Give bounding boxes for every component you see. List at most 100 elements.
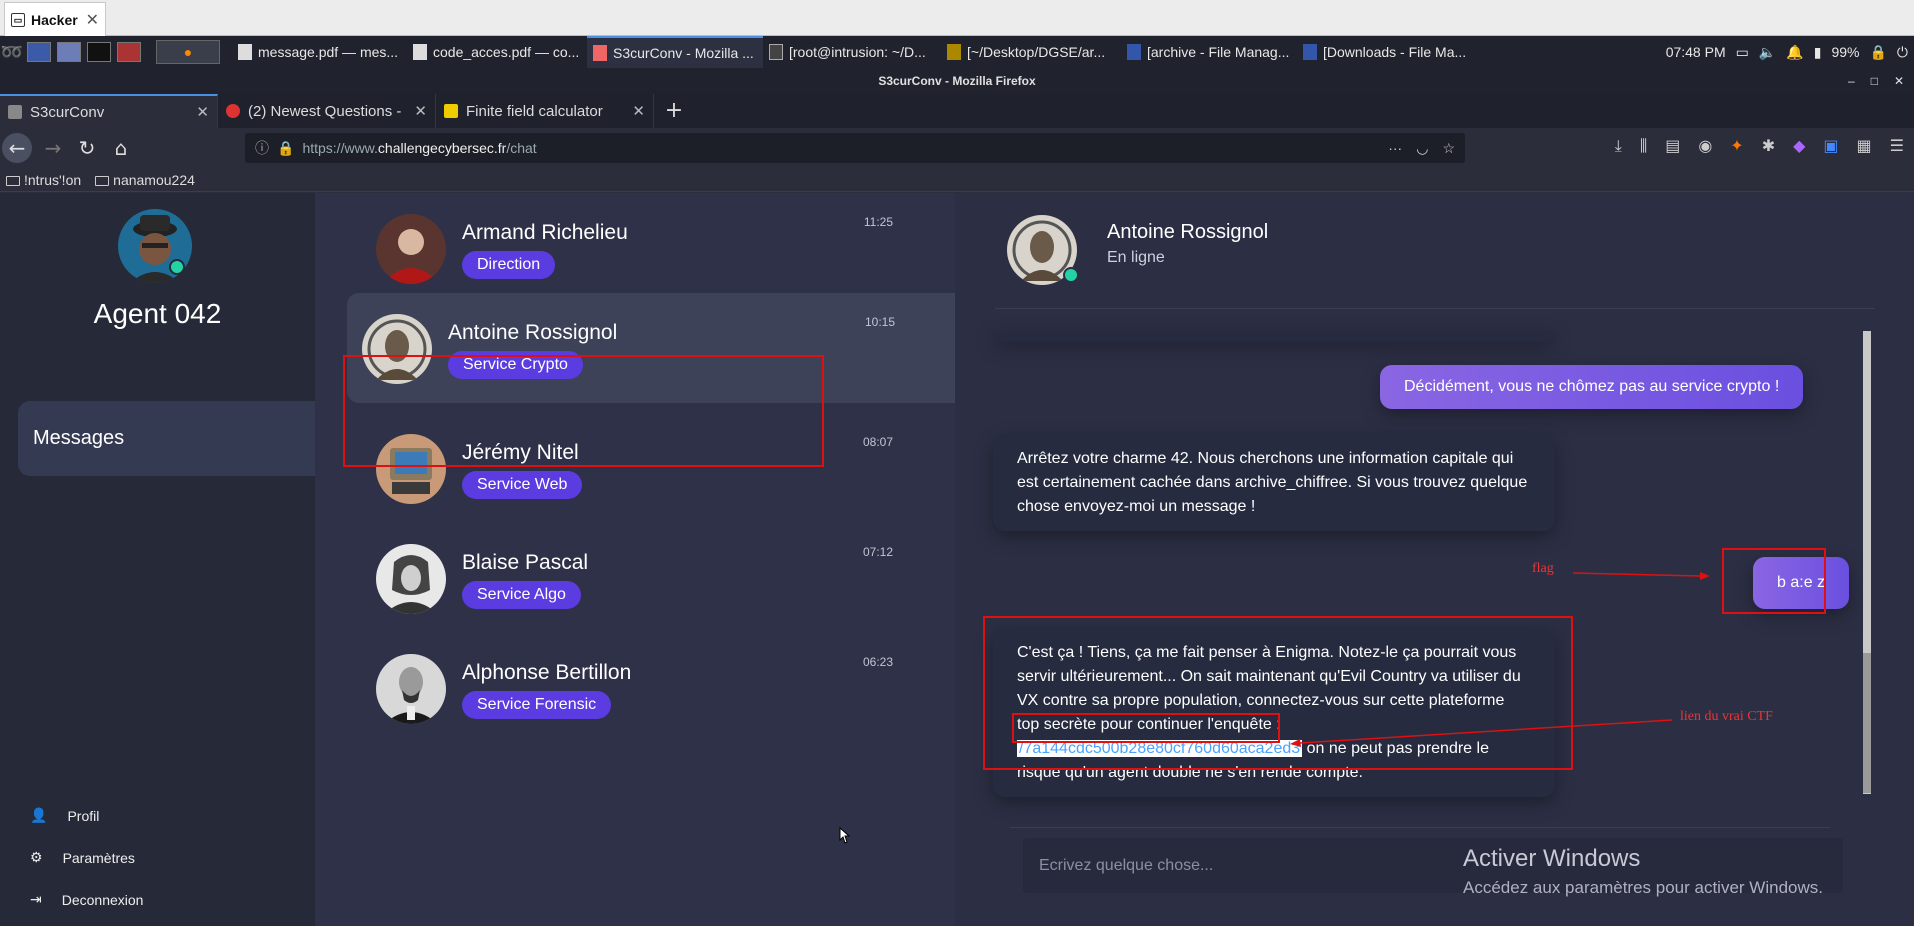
battery-icon[interactable]: ▮: [1814, 44, 1822, 61]
extension-icon[interactable]: ✱: [1762, 136, 1775, 156]
mouse-cursor-icon: [839, 826, 851, 844]
vm-title: Hacker: [31, 11, 78, 28]
home-button[interactable]: ⌂: [104, 131, 138, 165]
tab-newest-questions[interactable]: (2) Newest Questions - M ✕: [218, 94, 436, 128]
menu-profil[interactable]: 👤 Profil: [30, 807, 99, 824]
extension-fox-icon[interactable]: ✦: [1730, 136, 1743, 156]
contact-tag: Direction: [462, 251, 556, 279]
downloads-icon[interactable]: ⤓: [1615, 136, 1622, 156]
tab-bar: S3curConv ✕ (2) Newest Questions - M ✕ F…: [0, 94, 1914, 128]
task-label: [root@intrusion: ~/D...: [789, 44, 926, 60]
clock[interactable]: 07:48 PM: [1666, 44, 1726, 60]
avatar: [376, 654, 446, 724]
task-label: [~/Desktop/DGSE/ar...: [967, 44, 1106, 60]
contact-time: 07:12: [862, 545, 893, 559]
task-downloads-filemanager[interactable]: [Downloads - File Ma...: [1297, 36, 1467, 68]
page-actions-icon[interactable]: ···: [1388, 140, 1402, 157]
minimize-icon[interactable]: –: [1848, 68, 1855, 94]
contact-name: Armand Richelieu: [462, 221, 628, 244]
extension-badge-icon[interactable]: ◆: [1793, 136, 1805, 156]
secure-lock-icon: 🔒: [277, 139, 295, 156]
lock-icon: [8, 105, 22, 119]
new-tab-button[interactable]: +: [654, 94, 694, 128]
bookmark-label: nanamou224: [113, 171, 195, 188]
tab-label: Finite field calculator: [466, 102, 603, 120]
window-title: S3curConv - Mozilla Firefox: [878, 74, 1036, 88]
task-label: [archive - File Manag...: [1147, 44, 1290, 60]
account-icon[interactable]: ◉: [1698, 136, 1712, 156]
extension-box-icon[interactable]: ▦: [1857, 136, 1872, 156]
firefox-launcher-icon[interactable]: ●: [156, 40, 220, 64]
tab-label: (2) Newest Questions - M: [248, 102, 407, 120]
task-label: code_acces.pdf — co...: [433, 44, 580, 60]
close-tab-icon[interactable]: ✕: [196, 103, 209, 121]
url-bar[interactable]: ⓘ 🔒 https://www.challengecybersec.fr/cha…: [245, 133, 1465, 163]
reload-button[interactable]: ↻: [70, 131, 104, 165]
volume-icon[interactable]: 🔈: [1759, 44, 1776, 61]
contact-name: Antoine Rossignol: [448, 321, 618, 344]
contact-richelieu[interactable]: Armand Richelieu Direction 11:25: [345, 193, 949, 303]
back-button[interactable]: ←: [2, 133, 32, 163]
info-icon[interactable]: ⓘ: [255, 138, 269, 158]
pocket-icon[interactable]: ◡: [1416, 140, 1428, 157]
power-icon[interactable]: ⏻: [1897, 44, 1908, 61]
avatar: [376, 544, 446, 614]
terminal-icon[interactable]: [87, 42, 111, 62]
task-message-pdf[interactable]: message.pdf — mes...: [232, 36, 407, 68]
tab-finite-field[interactable]: Finite field calculator ✕: [436, 94, 654, 128]
nav-messages[interactable]: Messages: [18, 401, 315, 476]
contact-tag: Service Forensic: [462, 691, 612, 719]
menu-icon[interactable]: ☰: [1890, 136, 1904, 156]
bookmark-folder-intrusion[interactable]: !ntrus'!on: [6, 172, 81, 188]
desktop-icon[interactable]: [27, 42, 51, 62]
contact-name: Blaise Pascal: [462, 551, 589, 574]
sidebar-icon[interactable]: ▤: [1665, 136, 1680, 156]
nav-bar: ← → ↻ ⌂ ⓘ 🔒 https://www.challengecyberse…: [0, 128, 1914, 168]
folder-icon: [95, 175, 110, 186]
contact-name: Alphonse Bertillon: [462, 661, 632, 684]
task-code-acces-pdf[interactable]: code_acces.pdf — co...: [407, 36, 587, 68]
display-icon[interactable]: ▭: [1736, 44, 1749, 61]
task-firefox[interactable]: S3curConv - Mozilla ...: [587, 36, 763, 68]
calculator-icon: [444, 104, 458, 118]
maximize-icon[interactable]: □: [1871, 68, 1878, 94]
library-icon[interactable]: ⫼: [1640, 136, 1647, 156]
menu-label: Deconnexion: [61, 891, 144, 908]
close-window-icon[interactable]: ✕: [1894, 68, 1904, 94]
task-terminal[interactable]: [root@intrusion: ~/D...: [763, 36, 941, 68]
menu-parametres[interactable]: ⚙ Paramètres: [30, 849, 135, 866]
task-archive-filemanager[interactable]: [archive - File Manag...: [1121, 36, 1297, 68]
sidebar: Agent 042 Messages 👤 Profil ⚙ Paramètres ⇥…: [0, 193, 315, 926]
task-label: [Downloads - File Ma...: [1323, 44, 1467, 60]
close-tab-icon[interactable]: ✕: [414, 102, 427, 120]
firefox-titlebar: S3curConv - Mozilla Firefox – □ ✕: [0, 68, 1914, 94]
mathstack-icon: [226, 104, 240, 118]
translate-icon[interactable]: ▣: [1823, 136, 1838, 156]
forward-button[interactable]: →: [36, 131, 70, 165]
bookmark-folder-nanamou[interactable]: nanamou224: [95, 172, 195, 188]
contact-time: 06:23: [862, 655, 893, 669]
contact-time: 08:07: [862, 435, 893, 449]
contact-time: 10:15: [864, 315, 895, 329]
contact-pascal[interactable]: Blaise Pascal Service Algo 07:12: [345, 523, 949, 633]
contact-time: 11:25: [863, 215, 893, 229]
file-manager-icon[interactable]: [57, 42, 81, 62]
bookmark-star-icon[interactable]: ☆: [1442, 140, 1455, 157]
kali-menu-icon[interactable]: ➿: [0, 42, 24, 63]
recorder-icon[interactable]: [117, 42, 141, 62]
notification-icon[interactable]: 🔔: [1786, 44, 1803, 61]
gear-icon: ⚙: [30, 849, 43, 865]
close-tab-icon[interactable]: ✕: [632, 102, 645, 120]
close-icon[interactable]: ✕: [86, 10, 99, 30]
tab-s3curconv[interactable]: S3curConv ✕: [0, 94, 218, 128]
agent-name: Agent 042: [93, 298, 222, 329]
contact-bertillon[interactable]: Alphonse Bertillon Service Forensic 06:2…: [345, 633, 949, 743]
vm-titlebar: ▭ Hacker ✕: [0, 0, 1914, 36]
lock-icon[interactable]: 🔒: [1869, 44, 1886, 61]
tab-label: S3curConv: [30, 103, 105, 121]
menu-deconnexion[interactable]: ⇥ Deconnexion: [30, 891, 143, 908]
conversation: Antoine Rossignol En ligne Décidément, v…: [955, 193, 1914, 926]
vm-tab[interactable]: ▭ Hacker ✕: [4, 2, 106, 36]
task-terminal-2[interactable]: [~/Desktop/DGSE/ar...: [941, 36, 1121, 68]
menu-label: Profil: [67, 807, 100, 824]
